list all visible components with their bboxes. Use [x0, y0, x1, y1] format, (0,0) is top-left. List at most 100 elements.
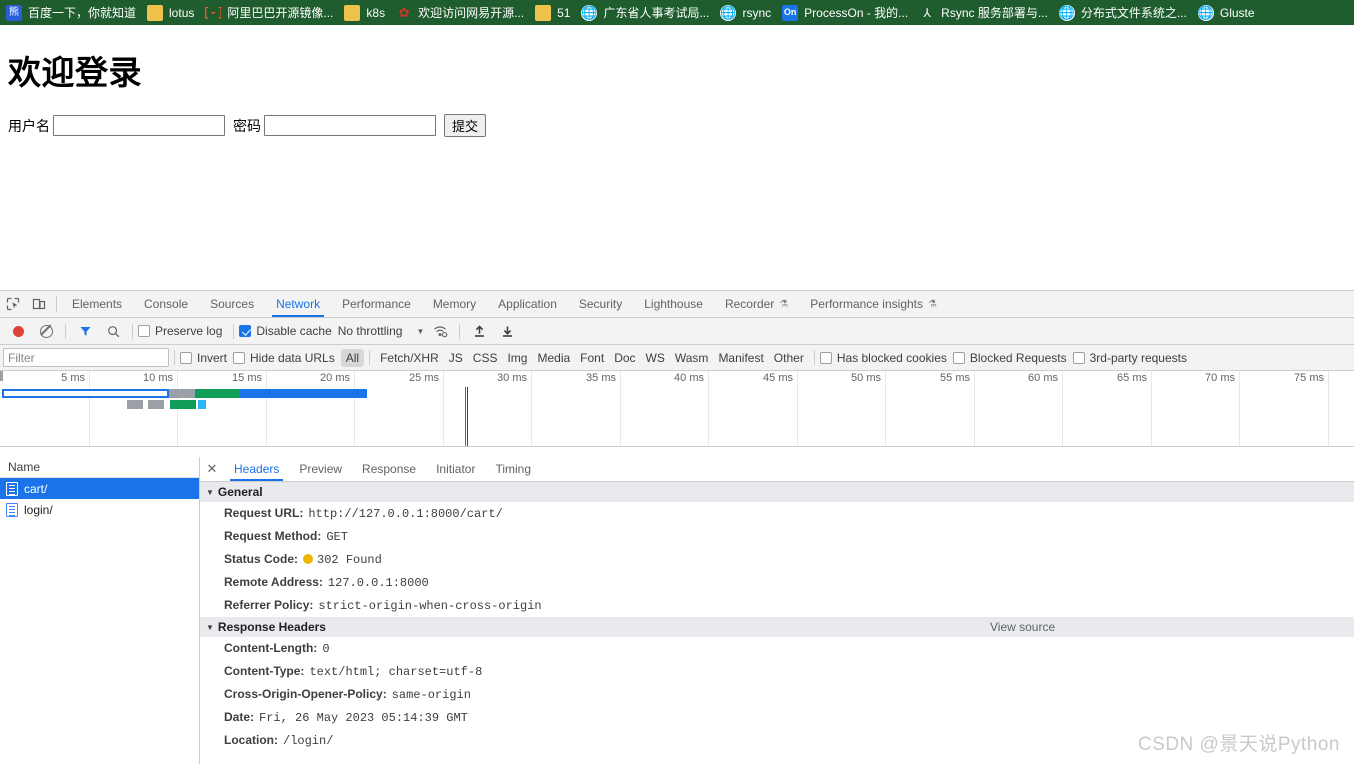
- blocked-requests-checkbox[interactable]: Blocked Requests: [952, 351, 1067, 365]
- type-filter-ws[interactable]: WS: [641, 349, 670, 367]
- tab-application[interactable]: Application: [487, 291, 568, 317]
- search-icon[interactable]: [99, 318, 127, 344]
- type-filter-other[interactable]: Other: [769, 349, 809, 367]
- bookmark-label: 阿里巴巴开源镜像...: [227, 5, 334, 20]
- filter-input[interactable]: [3, 348, 169, 367]
- type-filter-css[interactable]: CSS: [468, 349, 503, 367]
- globe-icon: 🌐: [1058, 4, 1075, 21]
- type-filter-all[interactable]: All: [340, 348, 365, 367]
- preserve-log-checkbox[interactable]: Preserve log: [138, 324, 222, 338]
- tab-elements[interactable]: Elements: [61, 291, 133, 317]
- tab-label: Memory: [432, 297, 477, 311]
- tab-network[interactable]: Network: [265, 291, 331, 317]
- third-party-requests-label: 3rd-party requests: [1089, 350, 1187, 365]
- section-header[interactable]: ▼ General: [200, 482, 1354, 502]
- bookmark-item[interactable]: [-] 阿里巴巴开源镜像...: [201, 2, 340, 23]
- tab-label: Recorder: [724, 297, 775, 311]
- invert-box: [180, 351, 192, 364]
- bookmark-item[interactable]: k8s: [340, 2, 392, 23]
- type-filter-manifest[interactable]: Manifest: [713, 349, 768, 367]
- timeline-gridline: [797, 371, 798, 446]
- tab-memory[interactable]: Memory: [422, 291, 487, 317]
- bookmark-item[interactable]: 🌐 rsync: [716, 2, 778, 23]
- filter-toggle-icon[interactable]: [71, 318, 99, 344]
- type-filter-font[interactable]: Font: [575, 349, 609, 367]
- timeline-gridline: [531, 371, 532, 446]
- bookmark-item[interactable]: ⅄ Rsync 服务部署与...: [915, 2, 1055, 23]
- header-key: Request Method:: [224, 529, 322, 543]
- detail-tab-headers[interactable]: Headers: [224, 457, 289, 481]
- detail-tab-response[interactable]: Response: [352, 457, 426, 481]
- type-filter-doc[interactable]: Doc: [609, 349, 640, 367]
- timeline-gridline: [89, 371, 90, 446]
- preserve-log-box: [138, 325, 150, 337]
- type-filter-js[interactable]: JS: [444, 349, 468, 367]
- disable-cache-checkbox[interactable]: Disable cache: [239, 324, 332, 338]
- bookmark-item[interactable]: 🌐 广东省人事考试局...: [577, 2, 716, 23]
- network-conditions-icon[interactable]: [426, 318, 454, 344]
- has-blocked-cookies-box: [819, 351, 832, 364]
- bookmark-label: lotus: [169, 5, 195, 20]
- tab-performance[interactable]: Performance: [331, 291, 422, 317]
- timeline-tick-label: 70 ms: [1205, 372, 1235, 384]
- tab-performance-insights[interactable]: Performance insights ⚗: [799, 291, 948, 317]
- toolbar-divider: [132, 323, 133, 339]
- timeline-segment: [148, 400, 164, 409]
- tab-security[interactable]: Security: [568, 291, 633, 317]
- bookmark-label: 51: [557, 5, 571, 20]
- bookmark-item[interactable]: 51: [531, 2, 577, 23]
- bookmark-item[interactable]: 熊百度一下，你就知道: [2, 2, 143, 23]
- document-icon: [6, 481, 18, 496]
- timeline-tick-label: 40 ms: [674, 372, 704, 384]
- request-name-column-header[interactable]: Name: [0, 457, 199, 478]
- bookmark-item[interactable]: 🌐 分布式文件系统之...: [1055, 2, 1194, 23]
- clear-button[interactable]: [32, 318, 60, 344]
- request-row[interactable]: login/: [0, 499, 199, 520]
- username-input[interactable]: [53, 115, 225, 136]
- record-button[interactable]: [4, 318, 32, 344]
- detail-tab-timing[interactable]: Timing: [485, 457, 541, 481]
- header-key: Status Code:: [224, 552, 299, 566]
- baidu-icon: 熊: [6, 4, 22, 21]
- timeline-tick-label: 5 ms: [61, 372, 85, 384]
- folder-icon: [535, 4, 552, 21]
- import-har-icon[interactable]: [465, 318, 493, 344]
- view-source-link[interactable]: View source: [990, 620, 1055, 634]
- bookmark-item[interactable]: ✿ 欢迎访问网易开源...: [392, 2, 531, 23]
- third-party-requests-checkbox[interactable]: 3rd-party requests: [1072, 350, 1187, 365]
- bookmark-item[interactable]: 🌐 Gluste: [1194, 2, 1262, 23]
- close-icon[interactable]: ✕: [200, 457, 224, 481]
- header-key: Location:: [224, 733, 278, 747]
- throttling-dropdown[interactable]: No throttling ▼: [338, 324, 425, 338]
- dom-content-loaded-marker: [465, 387, 466, 446]
- password-input[interactable]: [264, 115, 436, 136]
- tab-console[interactable]: Console: [133, 291, 199, 317]
- detail-tab-initiator[interactable]: Initiator: [426, 457, 485, 481]
- type-filter-media[interactable]: Media: [532, 349, 575, 367]
- request-row[interactable]: cart/: [0, 478, 199, 499]
- tab-recorder[interactable]: Recorder ⚗: [714, 291, 799, 317]
- inspect-element-icon[interactable]: [0, 291, 26, 317]
- detail-tab-preview[interactable]: Preview: [289, 457, 352, 481]
- type-filter-wasm[interactable]: Wasm: [670, 349, 714, 367]
- bookmark-label: Gluste: [1219, 5, 1255, 20]
- bookmark-item[interactable]: On ProcessOn - 我的...: [778, 2, 915, 23]
- type-filter-fetch-xhr[interactable]: Fetch/XHR: [375, 349, 444, 367]
- section-header[interactable]: ▼ Response Headers View source: [200, 617, 1354, 637]
- cart-bar: [0, 389, 1354, 398]
- load-event-marker: [467, 387, 468, 446]
- tab-lighthouse[interactable]: Lighthouse: [633, 291, 714, 317]
- header-value: 302 Found: [317, 553, 382, 567]
- header-value: text/html; charset=utf-8: [309, 665, 483, 679]
- tab-sources[interactable]: Sources: [199, 291, 265, 317]
- device-toolbar-icon[interactable]: [26, 291, 52, 317]
- submit-button[interactable]: 提交: [444, 114, 487, 137]
- request-name: login/: [24, 502, 53, 517]
- type-filter-img[interactable]: Img: [502, 349, 532, 367]
- export-har-icon[interactable]: [493, 318, 521, 344]
- invert-checkbox[interactable]: Invert: [180, 351, 227, 365]
- hide-data-urls-checkbox[interactable]: Hide data URLs: [233, 351, 335, 365]
- network-overview-timeline[interactable]: 5 ms 10 ms 15 ms 20 ms 25 ms 30 ms 35 ms 40 ms 4…: [0, 371, 1354, 447]
- bookmark-item[interactable]: lotus: [143, 2, 201, 23]
- has-blocked-cookies-checkbox[interactable]: Has blocked cookies: [819, 351, 947, 365]
